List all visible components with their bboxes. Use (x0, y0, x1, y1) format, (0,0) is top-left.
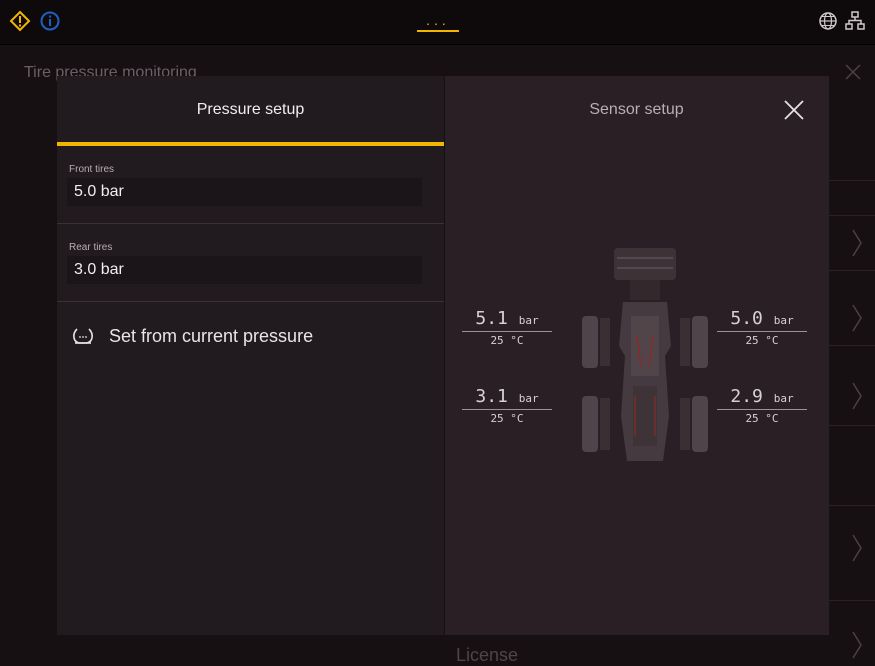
rear-right-temp: 25 °C (745, 412, 779, 425)
tab-sensor-setup[interactable]: Sensor setup (444, 76, 829, 142)
pressure-setup-panel: Pressure setup Front tires 5.0 bar Rear … (57, 76, 445, 635)
tire-setup-dialog: Pressure setup Front tires 5.0 bar Rear … (57, 76, 829, 635)
front-right-temp: 25 °C (745, 334, 779, 347)
close-icon[interactable] (782, 98, 806, 122)
vehicle-top-view (582, 248, 708, 461)
status-bar: ... (0, 0, 875, 45)
tire-pressure-icon (73, 328, 93, 344)
rear-left-temp: 25 °C (490, 412, 524, 425)
rear-tires-field: Rear tires 3.0 bar (57, 224, 444, 302)
chevron-right-icon (852, 304, 862, 332)
background-license-item: License (456, 645, 519, 665)
front-left-pressure: 5.1 (475, 308, 508, 329)
chevron-right-icon (852, 382, 862, 410)
front-right-tire-reading: 5.0 bar 25 °C (717, 308, 807, 347)
set-from-current-label: Set from current pressure (109, 326, 314, 346)
rear-tires-label: Rear tires (69, 242, 113, 253)
front-right-pressure: 5.0 (730, 308, 763, 329)
front-left-tire-reading: 5.1 bar 25 °C (462, 308, 552, 347)
chevron-right-icon (852, 229, 862, 257)
rear-right-unit: bar (773, 392, 794, 405)
chevron-right-icon (852, 631, 862, 659)
front-tires-label: Front tires (69, 164, 115, 175)
background-close-icon (845, 64, 861, 80)
rear-left-unit: bar (518, 392, 539, 405)
tab-pressure-setup[interactable]: Pressure setup (57, 76, 444, 146)
rear-left-pressure: 3.1 (475, 386, 508, 407)
front-right-unit: bar (773, 314, 794, 327)
warning-icon[interactable] (9, 10, 31, 32)
set-from-current-button[interactable]: Set from current pressure (57, 302, 444, 370)
front-tires-input[interactable]: 5.0 bar (67, 178, 422, 206)
chevron-right-icon (852, 534, 862, 562)
front-left-unit: bar (518, 314, 539, 327)
network-icon[interactable] (844, 10, 866, 32)
rear-right-tire-reading: 2.9 bar 25 °C (717, 386, 807, 425)
front-left-temp: 25 °C (490, 334, 524, 347)
front-tires-field: Front tires 5.0 bar (57, 146, 444, 224)
rear-right-pressure: 2.9 (730, 386, 763, 407)
info-icon[interactable] (39, 10, 61, 32)
globe-icon[interactable] (817, 10, 839, 32)
rear-left-tire-reading: 3.1 bar 25 °C (462, 386, 552, 425)
menu-dots-button[interactable]: ... (417, 13, 459, 32)
rear-tires-input[interactable]: 3.0 bar (67, 256, 422, 284)
